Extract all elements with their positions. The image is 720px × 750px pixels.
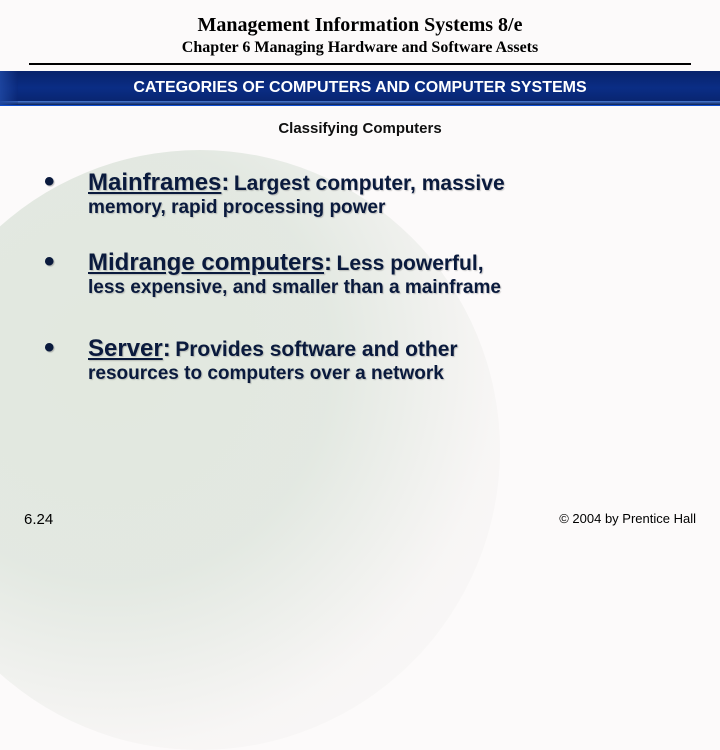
- bullet-icon: •: [40, 169, 88, 195]
- banner-text: CATEGORIES OF COMPUTERS AND COMPUTER SYS…: [133, 79, 586, 96]
- bullet-term: Mainframes: [88, 169, 221, 196]
- bullet-lead: Less powerful,: [337, 252, 484, 275]
- bullet-text: Midrange computers: Less powerful, less …: [88, 249, 680, 299]
- slide-number: 6.24: [24, 511, 53, 528]
- bullet-icon: •: [40, 335, 88, 361]
- divider-line: [29, 63, 691, 65]
- bullet-rest: resources to computers over a network: [88, 363, 444, 384]
- category-banner: CATEGORIES OF COMPUTERS AND COMPUTER SYS…: [0, 71, 720, 106]
- slide-content: • Mainframes: Largest computer, massive …: [0, 137, 720, 385]
- bullet-lead: Largest computer, massive: [234, 172, 505, 195]
- book-title: Management Information Systems 8/e: [0, 0, 720, 37]
- list-item: • Midrange computers: Less powerful, les…: [40, 249, 680, 299]
- bullet-lead: Provides software and other: [175, 338, 457, 361]
- bullet-icon: •: [40, 249, 88, 275]
- list-item: • Mainframes: Largest computer, massive …: [40, 169, 680, 219]
- section-heading: Classifying Computers: [0, 120, 720, 137]
- banner-edge-decoration: [0, 71, 18, 105]
- bullet-text: Mainframes: Largest computer, massive me…: [88, 169, 680, 219]
- slide-header: Management Information Systems 8/e Chapt…: [0, 0, 720, 137]
- slide-footer: 6.24 © 2004 by Prentice Hall: [0, 511, 720, 528]
- bullet-rest: memory, rapid processing power: [88, 197, 385, 218]
- copyright-text: © 2004 by Prentice Hall: [559, 511, 696, 528]
- chapter-subtitle: Chapter 6 Managing Hardware and Software…: [0, 37, 720, 63]
- bullet-term: Midrange computers: [88, 249, 324, 276]
- list-item: • Server: Provides software and other re…: [40, 335, 680, 385]
- bullet-term: Server: [88, 335, 163, 362]
- bullet-rest: less expensive, and smaller than a mainf…: [88, 277, 501, 298]
- bullet-text: Server: Provides software and other reso…: [88, 335, 680, 385]
